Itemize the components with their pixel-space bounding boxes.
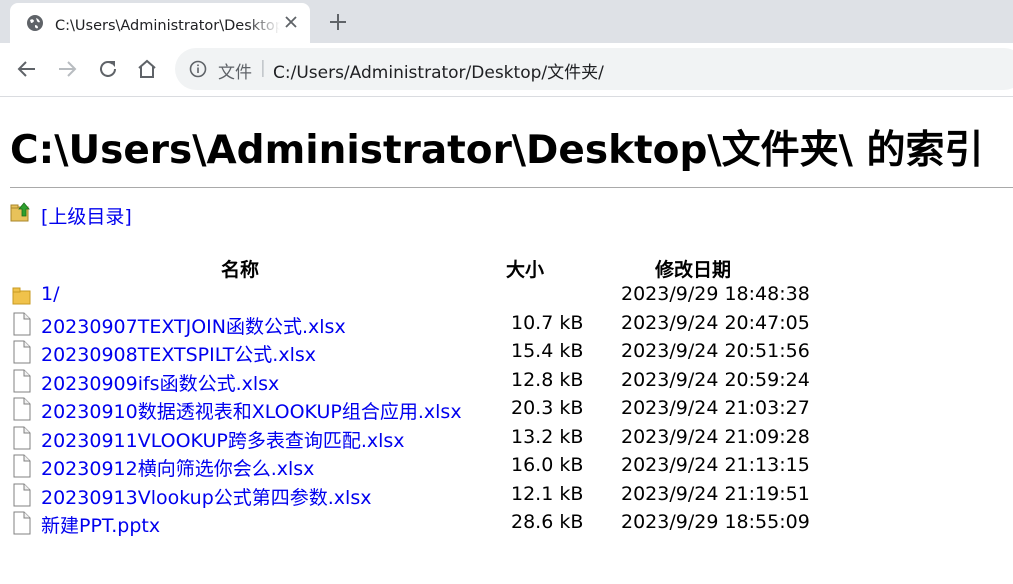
file-link[interactable]: 20230913Vlookup公式第四参数.xlsx bbox=[41, 483, 371, 510]
file-row: 20230909ifs函数公式.xlsx 12.8 kB 2023/9/24 2… bbox=[0, 368, 1013, 396]
file-modified-date: 2023/9/24 21:03:27 bbox=[621, 397, 810, 419]
file-link[interactable]: 1/ bbox=[41, 283, 60, 305]
file-size: 13.2 kB bbox=[511, 426, 584, 448]
url-text[interactable]: C:/Users/Administrator/Desktop/文件夹/ bbox=[273, 58, 604, 83]
file-modified-date: 2023/9/24 20:51:56 bbox=[621, 340, 810, 362]
file-icon bbox=[13, 397, 31, 421]
file-link[interactable]: 20230911VLOOKUP跨多表查询匹配.xlsx bbox=[41, 426, 405, 453]
browser-tab[interactable]: C:\Users\Administrator\Desktop\文件夹\ bbox=[10, 3, 310, 43]
file-size: 12.1 kB bbox=[511, 483, 584, 505]
file-link[interactable]: 20230912横向筛选你会么.xlsx bbox=[41, 454, 314, 481]
file-link[interactable]: 20230910数据透视表和XLOOKUP组合应用.xlsx bbox=[41, 397, 462, 424]
file-row: 20230908TEXTSPILT公式.xlsx 15.4 kB 2023/9/… bbox=[0, 339, 1013, 367]
parent-directory-link[interactable]: [上级目录] bbox=[41, 202, 132, 229]
file-link[interactable]: 20230908TEXTSPILT公式.xlsx bbox=[41, 340, 316, 367]
file-link[interactable]: 新建PPT.pptx bbox=[41, 511, 160, 538]
file-row: 1/ 2023/9/29 18:48:38 bbox=[0, 282, 1013, 310]
file-size: 28.6 kB bbox=[511, 511, 584, 533]
forward-arrow-icon[interactable] bbox=[55, 57, 79, 81]
file-size: 15.4 kB bbox=[511, 340, 584, 362]
file-modified-date: 2023/9/29 18:55:09 bbox=[621, 511, 810, 533]
reload-icon[interactable] bbox=[96, 57, 120, 81]
file-size: 12.8 kB bbox=[511, 369, 584, 391]
file-modified-date: 2023/9/24 20:47:05 bbox=[621, 312, 810, 334]
address-bar[interactable]: 文件 | C:/Users/Administrator/Desktop/文件夹/ bbox=[175, 48, 1013, 90]
file-icon bbox=[13, 511, 31, 535]
column-header-modified[interactable]: 修改日期 bbox=[655, 255, 731, 282]
file-row: 20230907TEXTJOIN函数公式.xlsx 10.7 kB 2023/9… bbox=[0, 311, 1013, 339]
folder-up-icon bbox=[10, 202, 30, 222]
file-size: 16.0 kB bbox=[511, 454, 584, 476]
file-row: 新建PPT.pptx 28.6 kB 2023/9/29 18:55:09 bbox=[0, 510, 1013, 538]
file-icon bbox=[13, 483, 31, 507]
plus-icon[interactable] bbox=[326, 10, 350, 34]
file-icon bbox=[13, 312, 31, 336]
page-title: C:\Users\Administrator\Desktop\文件夹\ 的索引 bbox=[10, 128, 984, 173]
tab-strip: C:\Users\Administrator\Desktop\文件夹\ bbox=[0, 0, 1013, 43]
file-row: 20230911VLOOKUP跨多表查询匹配.xlsx 13.2 kB 2023… bbox=[0, 425, 1013, 453]
folder-icon bbox=[12, 287, 31, 305]
file-modified-date: 2023/9/24 21:09:28 bbox=[621, 426, 810, 448]
back-arrow-icon[interactable] bbox=[15, 57, 39, 81]
file-icon bbox=[13, 369, 31, 393]
scheme-label: 文件 bbox=[218, 63, 252, 83]
file-row: 20230913Vlookup公式第四参数.xlsx 12.1 kB 2023/… bbox=[0, 482, 1013, 510]
file-icon bbox=[13, 454, 31, 478]
file-icon bbox=[13, 426, 31, 450]
browser-toolbar: 文件 | C:/Users/Administrator/Desktop/文件夹/ bbox=[0, 43, 1013, 97]
file-link[interactable]: 20230909ifs函数公式.xlsx bbox=[41, 369, 279, 396]
globe-icon bbox=[27, 15, 43, 31]
file-icon bbox=[13, 340, 31, 364]
file-size: 20.3 kB bbox=[511, 397, 584, 419]
title-divider bbox=[10, 187, 1013, 188]
close-icon[interactable] bbox=[281, 12, 301, 32]
url-separator: | bbox=[260, 58, 266, 78]
file-link[interactable]: 20230907TEXTJOIN函数公式.xlsx bbox=[41, 312, 346, 339]
tab-title: C:\Users\Administrator\Desktop\文件夹\ bbox=[55, 18, 280, 34]
file-modified-date: 2023/9/24 20:59:24 bbox=[621, 369, 810, 391]
file-size: 10.7 kB bbox=[511, 312, 584, 334]
info-icon[interactable] bbox=[189, 60, 207, 78]
column-header-size[interactable]: 大小 bbox=[506, 255, 544, 282]
home-icon[interactable] bbox=[135, 57, 159, 81]
file-row: 20230912横向筛选你会么.xlsx 16.0 kB 2023/9/24 2… bbox=[0, 453, 1013, 481]
file-row: 20230910数据透视表和XLOOKUP组合应用.xlsx 20.3 kB 2… bbox=[0, 396, 1013, 424]
file-modified-date: 2023/9/24 21:19:51 bbox=[621, 483, 810, 505]
column-header-name[interactable]: 名称 bbox=[221, 255, 259, 282]
file-modified-date: 2023/9/29 18:48:38 bbox=[621, 283, 810, 305]
file-modified-date: 2023/9/24 21:13:15 bbox=[621, 454, 810, 476]
